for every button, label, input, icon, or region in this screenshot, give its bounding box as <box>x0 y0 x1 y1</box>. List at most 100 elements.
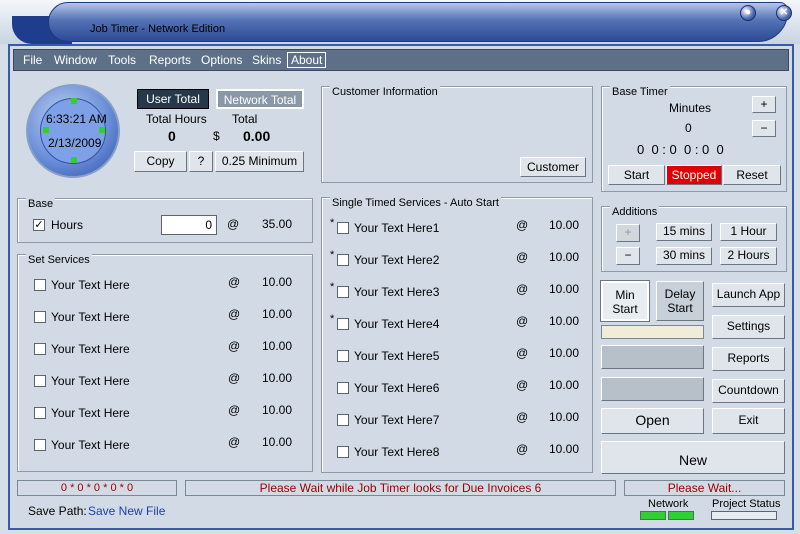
service-rate: 10.00 <box>549 410 580 424</box>
clock-marker-icon <box>71 98 77 104</box>
at-sign: @ <box>516 410 529 424</box>
service-checkbox[interactable] <box>34 343 46 355</box>
minimize-icon[interactable]: ● <box>740 5 756 21</box>
total-label: Total <box>232 112 258 126</box>
wait-status: Please Wait... <box>624 480 785 496</box>
base-rate: 35.00 <box>262 217 293 231</box>
timer-display: 0 0 : 0 0 : 0 0 <box>637 142 724 157</box>
customer-button[interactable]: Customer <box>520 157 586 177</box>
at-sign: @ <box>228 371 241 385</box>
title-bar[interactable]: Job Timer - Network Edition ● ✕ <box>0 0 800 44</box>
counts-status: 0 * 0 * 0 * 0 * 0 <box>17 480 177 496</box>
minutes-plus-button[interactable]: + <box>752 96 776 113</box>
timer-stopped-indicator[interactable]: Stopped <box>666 165 722 185</box>
service-checkbox[interactable] <box>337 222 349 234</box>
progress-bar <box>601 325 704 339</box>
network-indicator <box>668 511 694 520</box>
timer-start-button[interactable]: Start <box>608 165 665 185</box>
hours-checkbox[interactable]: ✓ <box>33 219 45 231</box>
window-title: Job Timer - Network Edition <box>90 23 226 35</box>
at-sign: @ <box>228 307 241 321</box>
service-label: Your Text Here5 <box>354 349 440 363</box>
additions-minus-button[interactable]: − <box>616 247 640 265</box>
service-label: Your Text Here <box>51 406 130 420</box>
total-hours-label: Total Hours <box>146 112 207 126</box>
countdown-button[interactable]: Countdown <box>712 379 785 403</box>
min-start-button[interactable]: Min Start <box>601 281 649 321</box>
disabled-button <box>601 377 704 401</box>
menu-window[interactable]: Window <box>54 53 97 67</box>
service-checkbox[interactable] <box>337 414 349 426</box>
save-new-file-link[interactable]: Save New File <box>88 504 165 518</box>
minutes-value: 0 <box>685 121 692 135</box>
service-rate: 10.00 <box>549 250 580 264</box>
new-button[interactable]: New <box>601 441 785 474</box>
hours-input[interactable]: 0 <box>161 215 217 235</box>
clock-time: 6:33:21 AM <box>46 112 107 126</box>
service-checkbox[interactable] <box>34 375 46 387</box>
settings-button[interactable]: Settings <box>712 315 785 339</box>
timer-reset-button[interactable]: Reset <box>723 165 781 185</box>
set-services-panel: Set Services Your Text Here @10.00 Your Te… <box>17 254 313 472</box>
clock-marker-icon <box>43 127 49 133</box>
copy-button[interactable]: Copy <box>134 151 187 172</box>
menu-tools[interactable]: Tools <box>108 53 136 67</box>
service-checkbox[interactable] <box>337 286 349 298</box>
required-star: * <box>330 313 335 325</box>
save-path-label: Save Path: <box>28 504 87 518</box>
service-rate: 10.00 <box>549 442 580 456</box>
at-sign: @ <box>516 218 529 232</box>
service-label: Your Text Here <box>51 342 130 356</box>
service-checkbox[interactable] <box>337 350 349 362</box>
reports-button[interactable]: Reports <box>712 347 785 371</box>
service-label: Your Text Here <box>51 278 130 292</box>
service-checkbox[interactable] <box>337 382 349 394</box>
minutes-minus-button[interactable]: − <box>752 120 776 137</box>
menu-options[interactable]: Options <box>201 53 242 67</box>
menu-skins[interactable]: Skins <box>252 53 281 67</box>
clock-marker-icon <box>71 157 77 163</box>
base-timer-panel: Base Timer Minutes + 0 − 0 0 : 0 0 : 0 0… <box>601 86 787 192</box>
clock-marker-icon <box>99 127 105 133</box>
service-checkbox[interactable] <box>34 279 46 291</box>
service-rate: 10.00 <box>549 282 580 296</box>
base-panel-title: Base <box>26 198 56 210</box>
required-star: * <box>330 281 335 293</box>
service-checkbox[interactable] <box>34 439 46 451</box>
minutes-label: Minutes <box>669 101 712 115</box>
service-label: Your Text Here4 <box>354 317 440 331</box>
at-sign: @ <box>516 442 529 456</box>
add-2-hours-button[interactable]: 2 Hours <box>720 247 777 265</box>
minimum-button[interactable]: 0.25 Minimum <box>215 151 304 172</box>
service-label: Your Text Here2 <box>354 253 440 267</box>
launch-app-button[interactable]: Launch App <box>712 283 785 307</box>
at-sign: @ <box>516 314 529 328</box>
add-30-mins-button[interactable]: 30 mins <box>656 247 712 265</box>
close-icon[interactable]: ✕ <box>776 5 792 21</box>
service-rate: 10.00 <box>262 275 293 289</box>
service-checkbox[interactable] <box>34 311 46 323</box>
menu-reports[interactable]: Reports <box>149 53 191 67</box>
user-total-button[interactable]: User Total <box>137 89 209 109</box>
menu-file[interactable]: File <box>23 53 42 67</box>
customer-panel-title: Customer Information <box>330 86 440 98</box>
required-star: * <box>330 217 335 229</box>
add-1-hour-button[interactable]: 1 Hour <box>720 223 777 241</box>
at-sign: @ <box>228 339 241 353</box>
open-button[interactable]: Open <box>601 408 704 434</box>
service-rate: 10.00 <box>262 403 293 417</box>
required-star: * <box>330 249 335 261</box>
service-checkbox[interactable] <box>337 318 349 330</box>
help-button[interactable]: ? <box>189 151 213 172</box>
service-checkbox[interactable] <box>337 254 349 266</box>
exit-button[interactable]: Exit <box>712 408 785 434</box>
network-total-button[interactable]: Network Total <box>216 89 304 109</box>
additions-plus-button[interactable]: + <box>616 224 640 242</box>
service-checkbox[interactable] <box>337 446 349 458</box>
menu-about[interactable]: About <box>287 52 327 68</box>
at-sign: @ <box>516 346 529 360</box>
service-checkbox[interactable] <box>34 407 46 419</box>
add-15-mins-button[interactable]: 15 mins <box>656 223 712 241</box>
delay-start-button[interactable]: Delay Start <box>656 281 704 321</box>
service-rate: 10.00 <box>549 346 580 360</box>
